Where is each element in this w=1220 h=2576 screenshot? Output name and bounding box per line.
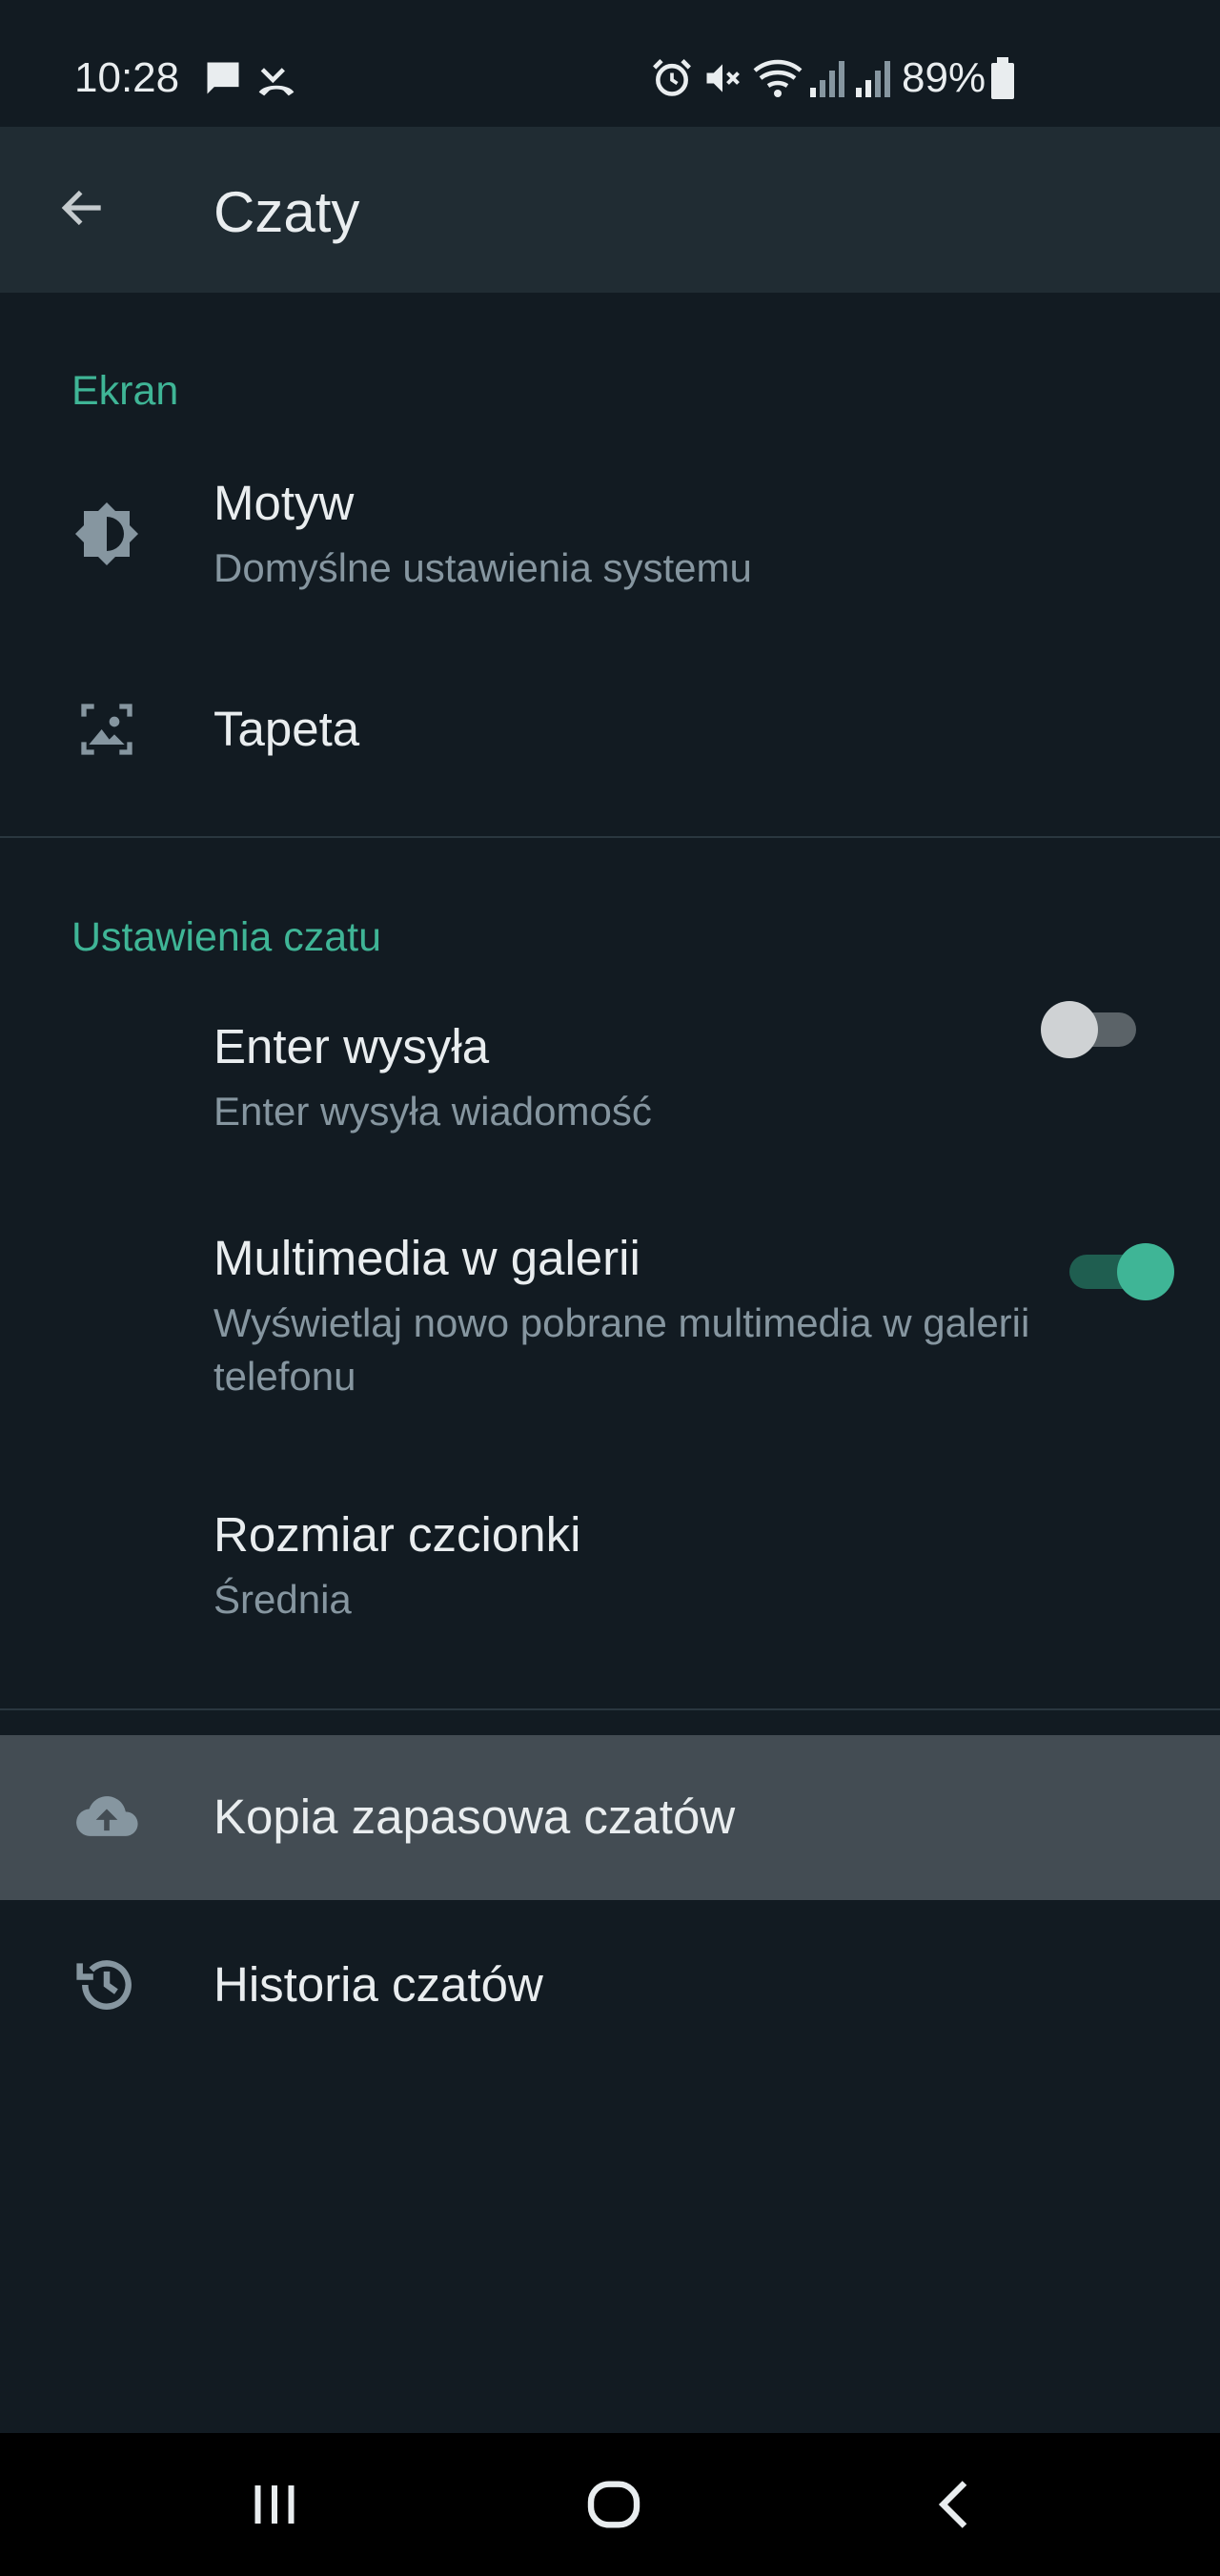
chat-history-row[interactable]: Historia czatów [0, 1907, 1220, 2064]
signal-icon-2 [854, 57, 892, 104]
font-size-subtitle: Średnia [214, 1577, 352, 1622]
battery-icon [989, 57, 1016, 104]
nav-back-button[interactable] [898, 2462, 1012, 2547]
recent-apps-icon [254, 2485, 295, 2524]
brightness-icon [69, 496, 145, 572]
cloud-upload-icon [69, 1779, 145, 1855]
battery-percent: 89% [902, 54, 986, 101]
font-size-setting-row[interactable]: Rozmiar czcionki Średnia [0, 1506, 1220, 1659]
enter-send-setting-row[interactable]: Enter wysyła Enter wysyła wiadomość [0, 1001, 1220, 1173]
toggle-thumb [1041, 1001, 1098, 1058]
history-icon [69, 1947, 145, 2023]
wifi-icon [753, 57, 803, 104]
media-visibility-toggle[interactable] [1060, 1243, 1174, 1300]
enter-send-toggle[interactable] [1041, 1001, 1146, 1058]
wallpaper-title: Tapeta [214, 702, 360, 756]
theme-subtitle: Domyślne ustawienia systemu [214, 545, 752, 590]
message-notification-icon [202, 57, 244, 104]
enter-send-subtitle: Enter wysyła wiadomość [214, 1089, 652, 1134]
section-header-display: Ekran [71, 368, 179, 414]
signal-icon-1 [808, 57, 846, 104]
missed-call-icon [255, 57, 297, 104]
system-nav-bar [0, 2433, 1220, 2576]
status-bar: 10:28 89% [0, 0, 1220, 127]
media-visibility-subtitle: Wyświetlaj nowo pobrane multimedia w gal… [214, 1300, 1030, 1399]
divider [0, 836, 1220, 838]
back-button[interactable] [50, 174, 116, 241]
theme-setting-row[interactable]: Motyw Domyślne ustawienia systemu [0, 448, 1220, 620]
chat-history-title: Historia czatów [214, 1957, 543, 2012]
recent-apps-button[interactable] [217, 2462, 332, 2547]
home-button[interactable] [557, 2462, 671, 2547]
media-visibility-title: Multimedia w galerii [214, 1231, 640, 1285]
toggle-thumb [1117, 1243, 1174, 1300]
chevron-left-icon [938, 2481, 967, 2528]
app-bar [0, 127, 1220, 293]
enter-send-title: Enter wysyła [214, 1019, 490, 1073]
wallpaper-setting-row[interactable]: Tapeta [0, 667, 1220, 791]
theme-title: Motyw [214, 476, 355, 530]
section-header-chat-settings: Ustawienia czatu [71, 914, 382, 960]
status-time: 10:28 [74, 54, 180, 101]
chat-backup-row[interactable]: Kopia zapasowa czatów [0, 1735, 1220, 1900]
font-size-title: Rozmiar czcionki [214, 1507, 581, 1562]
divider [0, 1708, 1220, 1710]
home-icon [587, 2481, 640, 2528]
media-visibility-setting-row[interactable]: Multimedia w galerii Wyświetlaj nowo pob… [0, 1230, 1220, 1430]
wallpaper-icon [69, 691, 145, 767]
mute-icon [702, 57, 743, 104]
arrow-back-icon [61, 190, 101, 226]
chat-backup-title: Kopia zapasowa czatów [214, 1789, 736, 1844]
page-title: Czaty [214, 180, 360, 244]
alarm-icon [651, 57, 693, 104]
